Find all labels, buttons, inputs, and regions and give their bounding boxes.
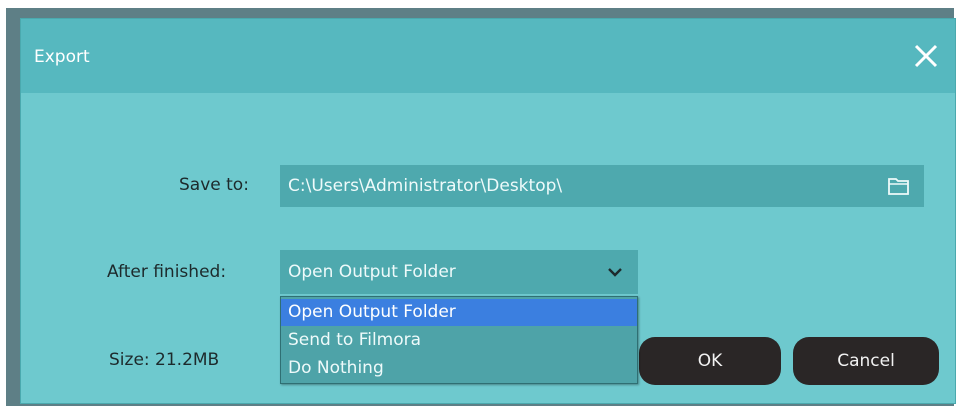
save-path-field[interactable]: C:\Users\Administrator\Desktop\	[280, 165, 924, 207]
save-path-value: C:\Users\Administrator\Desktop\	[288, 176, 563, 196]
ok-button[interactable]: OK	[639, 337, 781, 385]
option-do-nothing[interactable]: Do Nothing	[281, 355, 637, 382]
chevron-down-icon[interactable]	[606, 264, 624, 278]
after-finished-select[interactable]: Open Output Folder	[280, 250, 638, 294]
cancel-button[interactable]: Cancel	[793, 337, 939, 385]
folder-icon[interactable]	[887, 175, 911, 197]
export-dialog: Export Save to: C:\Users\Administrator\D…	[20, 18, 956, 404]
after-finished-label: After finished:	[107, 262, 227, 282]
option-send-to-filmora[interactable]: Send to Filmora	[281, 327, 637, 354]
file-size: Size: 21.2MB	[109, 350, 220, 370]
save-to-label: Save to:	[179, 175, 249, 195]
option-open-output-folder[interactable]: Open Output Folder	[281, 299, 637, 326]
dialog-titlebar: Export	[21, 19, 955, 93]
dialog-title: Export	[34, 47, 90, 67]
close-icon[interactable]	[909, 39, 943, 73]
after-finished-value: Open Output Folder	[288, 262, 456, 282]
after-finished-dropdown-list: Open Output Folder Send to Filmora Do No…	[280, 296, 638, 384]
